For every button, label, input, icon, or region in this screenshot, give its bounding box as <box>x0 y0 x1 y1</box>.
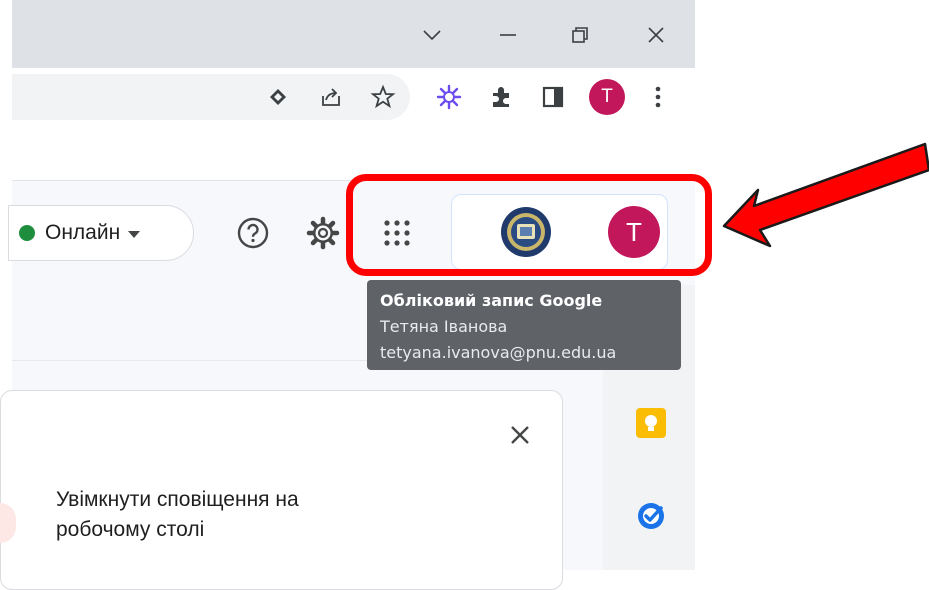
presence-status-button[interactable]: Онлайн <box>8 205 194 261</box>
close-icon[interactable] <box>505 420 535 450</box>
keep-icon[interactable] <box>634 406 668 440</box>
red-arrow-annotation <box>718 128 929 248</box>
puzzle-icon[interactable] <box>486 82 516 112</box>
lens-icon[interactable] <box>263 82 293 112</box>
share-icon[interactable] <box>316 82 346 112</box>
account-tooltip: Обліковий запис Google Тетяна Іванова te… <box>367 280 681 370</box>
highlight-frame <box>346 174 712 276</box>
minimize-icon[interactable] <box>488 18 528 52</box>
restore-icon[interactable] <box>560 18 600 52</box>
address-bar[interactable] <box>12 74 410 120</box>
profile-avatar[interactable]: T <box>589 79 625 115</box>
tasks-icon[interactable] <box>634 499 668 533</box>
gear-icon[interactable] <box>306 216 340 250</box>
side-panel-icon[interactable] <box>538 82 568 112</box>
notification-text: Увімкнути сповіщення на робочому столі <box>56 488 299 541</box>
help-icon[interactable] <box>236 216 270 250</box>
chevron-down-icon[interactable] <box>412 18 452 52</box>
kebab-menu-icon[interactable] <box>643 82 673 112</box>
close-icon[interactable] <box>636 18 676 52</box>
presence-label: Онлайн <box>45 221 121 244</box>
tooltip-name: Тетяна Іванова <box>380 317 508 336</box>
online-dot-icon <box>19 225 35 241</box>
tooltip-email: tetyana.ivanova@pnu.edu.ua <box>380 343 617 362</box>
star-icon[interactable] <box>368 82 398 112</box>
extension-burst-icon[interactable] <box>434 82 464 112</box>
tooltip-title: Обліковий запис Google <box>380 291 603 310</box>
caret-down-icon <box>128 230 141 238</box>
profile-initial: T <box>601 86 613 107</box>
